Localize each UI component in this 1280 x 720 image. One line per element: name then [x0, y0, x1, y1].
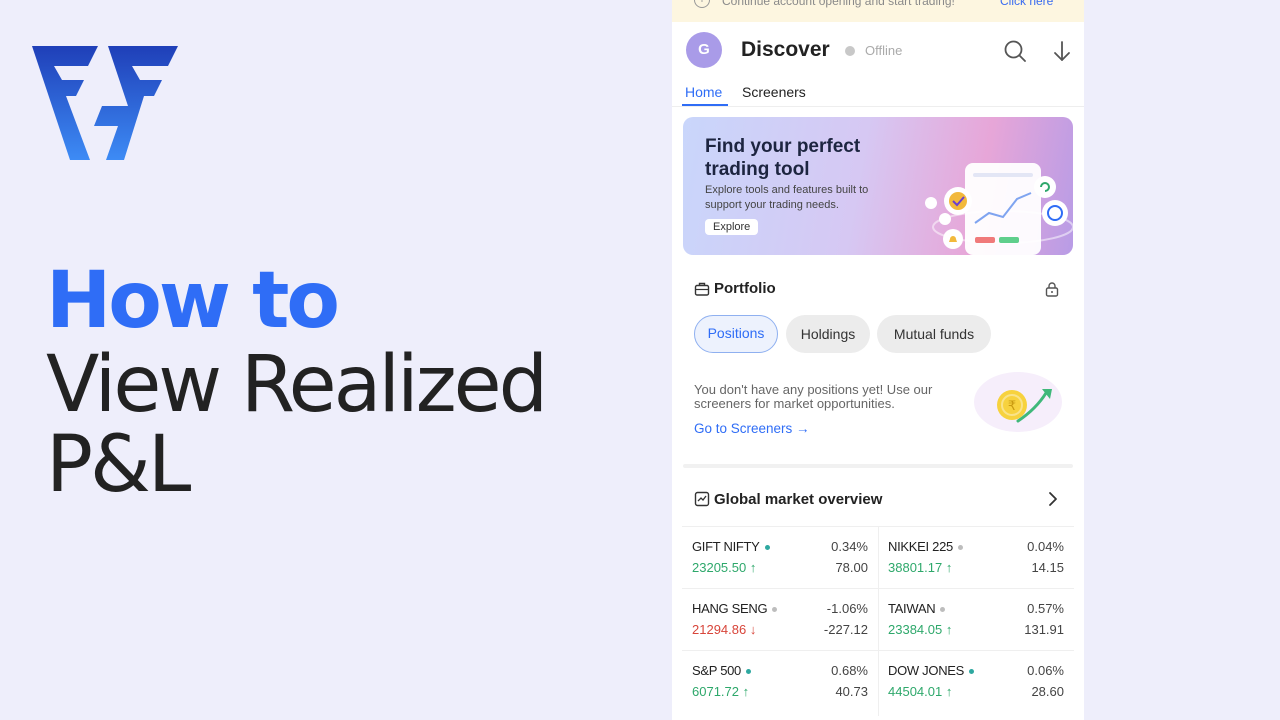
- chevron-right-icon[interactable]: [1046, 491, 1060, 507]
- market-title: Global market overview: [714, 491, 883, 508]
- market-item-name: TAIWAN: [888, 601, 946, 616]
- market-item-pct: 0.34%: [831, 539, 868, 554]
- avatar[interactable]: G: [686, 32, 722, 68]
- market-item-hang-seng[interactable]: HANG SENG -1.06% 21294.86 ↓ -227.12: [682, 588, 878, 650]
- trading-tools-illustration: [925, 163, 1073, 255]
- market-item-name: HANG SENG: [692, 601, 778, 616]
- market-status-dot: [957, 545, 963, 551]
- title-line-1: How to: [46, 256, 340, 346]
- market-status-dot: [969, 669, 975, 675]
- status-dot: [845, 46, 855, 56]
- tab-screeners[interactable]: Screeners: [742, 84, 806, 100]
- market-item-pct: 0.06%: [1027, 663, 1064, 678]
- holdings-chip[interactable]: Holdings: [786, 315, 870, 353]
- brand-logo: [32, 46, 178, 160]
- promo-banner[interactable]: Find your perfect trading tool Explore t…: [683, 117, 1073, 255]
- banner-title: Find your perfect trading tool: [705, 136, 861, 180]
- market-item-pct: 0.68%: [831, 663, 868, 678]
- title-line-3: P&L: [46, 420, 191, 510]
- arrow-up-icon: ↑: [945, 622, 953, 637]
- explore-button[interactable]: Explore: [705, 219, 759, 235]
- page-title: Discover: [741, 38, 830, 61]
- market-item-change: 78.00: [835, 560, 868, 575]
- market-status-dot: [940, 607, 946, 613]
- market-item-name: DOW JONES: [888, 663, 975, 678]
- arrow-up-icon: ↑: [945, 684, 953, 699]
- tab-bar: Home Screeners: [672, 82, 1084, 106]
- arrow-up-icon: ↑: [742, 684, 750, 699]
- phone-screen: i Continue account opening and start tra…: [672, 0, 1084, 720]
- search-icon[interactable]: [1004, 40, 1026, 62]
- market-grid: GIFT NIFTY 0.34% 23205.50 ↑ 78.00 NIKKEI…: [682, 526, 1074, 716]
- tab-home[interactable]: Home: [685, 84, 722, 100]
- market-status-dot: [745, 669, 751, 675]
- market-item-name: S&P 500: [692, 663, 751, 678]
- market-item-name: GIFT NIFTY: [692, 539, 770, 554]
- portfolio-card: Portfolio Positions Holdings Mutual fund…: [672, 265, 1084, 465]
- market-item-price: 23205.50 ↑: [692, 560, 757, 575]
- briefcase-icon: [694, 282, 710, 296]
- chart-icon: [694, 491, 710, 507]
- info-icon: i: [694, 0, 710, 8]
- notice-link[interactable]: Click here: [1000, 0, 1053, 8]
- arrow-down-icon: ↓: [749, 622, 757, 637]
- market-item-dow-jones[interactable]: DOW JONES 0.06% 44504.01 ↑ 28.60: [878, 650, 1074, 712]
- coin-growth-illustration: ₹: [974, 372, 1062, 432]
- market-item-price: 21294.86 ↓: [692, 622, 757, 637]
- market-item-pct: 0.04%: [1027, 539, 1064, 554]
- global-market-card: Global market overview GIFT NIFTY 0.34% …: [672, 478, 1084, 720]
- divider: [672, 106, 1084, 107]
- market-item-pct: -1.06%: [826, 601, 868, 616]
- arrow-up-icon: ↑: [749, 560, 757, 575]
- market-item-name: NIKKEI 225: [888, 539, 963, 554]
- account-notice-bar[interactable]: i Continue account opening and start tra…: [672, 0, 1084, 22]
- video-title: How to View Realized P&L: [46, 256, 548, 510]
- notice-text: Continue account opening and start tradi…: [722, 0, 955, 8]
- market-status-dot: [764, 545, 770, 551]
- empty-positions-message: You don't have any positions yet! Use ou…: [694, 382, 933, 411]
- market-item-pct: 0.57%: [1027, 601, 1064, 616]
- positions-chip[interactable]: Positions: [694, 315, 778, 353]
- market-item-sp-500[interactable]: S&P 500 0.68% 6071.72 ↑ 40.73: [682, 650, 878, 712]
- mutual-funds-chip[interactable]: Mutual funds: [877, 315, 991, 353]
- download-icon[interactable]: [1052, 40, 1072, 62]
- market-item-price: 6071.72 ↑: [692, 684, 750, 699]
- market-item-price: 38801.17 ↑: [888, 560, 953, 575]
- portfolio-title: Portfolio: [714, 280, 776, 297]
- go-to-screeners-link[interactable]: Go to Screeners →: [694, 421, 810, 436]
- market-item-nikkei-225[interactable]: NIKKEI 225 0.04% 38801.17 ↑ 14.15: [878, 526, 1074, 588]
- lock-icon[interactable]: [1044, 281, 1060, 297]
- app-header: G Discover Offline: [672, 28, 1084, 72]
- market-item-change: 14.15: [1031, 560, 1064, 575]
- title-line-2: View Realized: [46, 340, 548, 430]
- market-item-change: 131.91: [1024, 622, 1064, 637]
- market-item-price: 44504.01 ↑: [888, 684, 953, 699]
- status-text: Offline: [865, 43, 903, 58]
- arrow-up-icon: ↑: [945, 560, 953, 575]
- market-item-change: 28.60: [1031, 684, 1064, 699]
- svg-text:₹: ₹: [1008, 399, 1016, 414]
- section-divider: [683, 464, 1073, 468]
- market-item-taiwan[interactable]: TAIWAN 0.57% 23384.05 ↑ 131.91: [878, 588, 1074, 650]
- market-item-gift-nifty[interactable]: GIFT NIFTY 0.34% 23205.50 ↑ 78.00: [682, 526, 878, 588]
- banner-description: Explore tools and features built to supp…: [705, 184, 869, 211]
- market-item-price: 23384.05 ↑: [888, 622, 953, 637]
- market-item-change: -227.12: [823, 622, 868, 637]
- market-status-dot: [772, 607, 778, 613]
- market-item-change: 40.73: [835, 684, 868, 699]
